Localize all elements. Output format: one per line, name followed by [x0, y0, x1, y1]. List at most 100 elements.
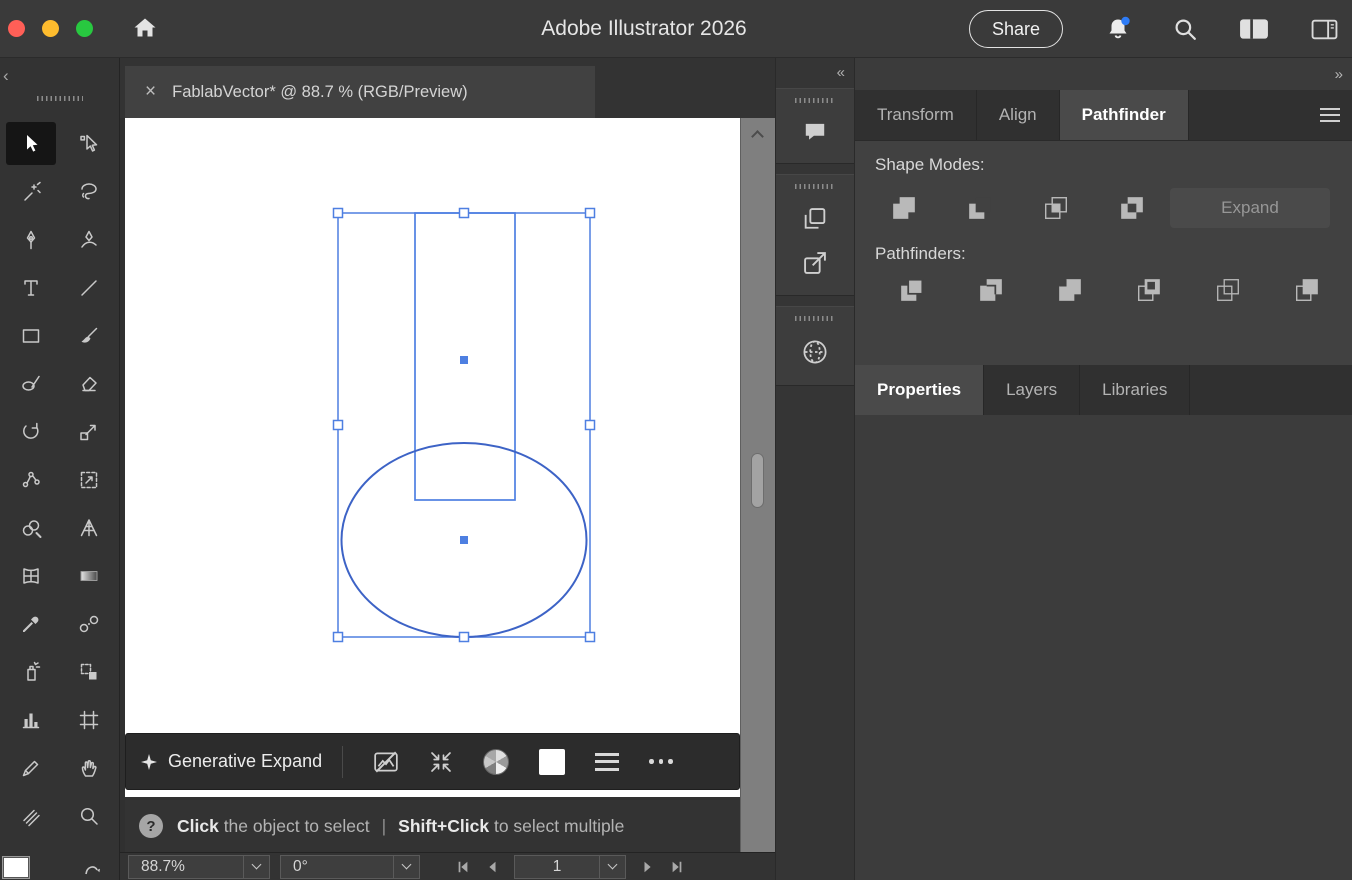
expand-button[interactable]: Expand [1170, 188, 1330, 228]
last-artboard-icon[interactable] [670, 860, 684, 874]
rectangle-center-point[interactable] [460, 356, 468, 364]
direct-selection-tool[interactable] [64, 122, 114, 165]
pathfinder-minus-back-icon[interactable] [1294, 277, 1320, 303]
shape-mode-minus-front-icon[interactable] [967, 195, 993, 221]
rectangle-tool[interactable] [6, 314, 56, 357]
dock-grip[interactable] [795, 98, 835, 103]
shape-mode-unite-icon[interactable] [891, 195, 917, 221]
stroke-curve-icon[interactable] [83, 861, 101, 877]
generative-expand-button[interactable]: Generative Expand [168, 751, 322, 772]
artboard-canvas[interactable] [125, 118, 740, 797]
artboard-chevron-icon[interactable] [599, 855, 625, 878]
symbol-sprayer-tool[interactable] [6, 650, 56, 693]
scroll-up-icon[interactable] [751, 130, 764, 143]
close-window-button[interactable] [8, 20, 25, 37]
previous-artboard-icon[interactable] [485, 860, 499, 874]
shape-builder-tool[interactable] [6, 506, 56, 549]
panel-toggle-icon[interactable] [1311, 18, 1338, 41]
search-icon[interactable] [1173, 17, 1197, 41]
dock-grip[interactable] [795, 184, 835, 189]
rotation-chevron-icon[interactable] [393, 855, 419, 878]
ellipse-center-point[interactable] [460, 536, 468, 544]
image-off-icon[interactable] [373, 749, 399, 775]
mesh-tool[interactable] [6, 554, 56, 597]
close-tab-icon[interactable]: × [145, 81, 156, 103]
selection-handle[interactable] [458, 207, 470, 219]
pathfinder-outline-icon[interactable] [1215, 277, 1241, 303]
column-graph-tool[interactable] [6, 698, 56, 741]
dock-grip[interactable] [795, 316, 835, 321]
toolbar-grip[interactable] [36, 96, 83, 101]
tab-align[interactable]: Align [977, 90, 1060, 140]
share-button[interactable]: Share [968, 10, 1063, 48]
fill-color-swatch[interactable] [2, 856, 30, 879]
tab-layers[interactable]: Layers [984, 365, 1081, 415]
first-artboard-icon[interactable] [456, 860, 470, 874]
eraser-tool[interactable] [64, 362, 114, 405]
pathfinder-divide-icon[interactable] [899, 277, 925, 303]
pen-tool[interactable] [6, 218, 56, 261]
pathfinder-merge-icon[interactable] [1057, 277, 1083, 303]
home-icon[interactable] [132, 15, 158, 41]
selection-handle[interactable] [584, 419, 596, 431]
next-artboard-icon[interactable] [641, 860, 655, 874]
shape-mode-exclude-icon[interactable] [1119, 195, 1145, 221]
vertical-scrollbar[interactable] [740, 118, 775, 880]
collapse-dock-icon[interactable]: « [837, 64, 845, 81]
pathfinder-crop-icon[interactable] [1136, 277, 1162, 303]
shaper-tool[interactable] [6, 362, 56, 405]
workspace-layout-icon[interactable] [1239, 17, 1269, 41]
selection-handle[interactable] [584, 631, 596, 643]
shape-mode-intersect-icon[interactable] [1043, 195, 1069, 221]
tab-properties[interactable]: Properties [855, 365, 985, 415]
artboards-icon[interactable] [801, 205, 829, 233]
scale-tool[interactable] [64, 410, 114, 453]
free-transform-tool[interactable] [64, 458, 114, 501]
more-options-icon[interactable] [649, 759, 673, 764]
perspective-grid-tool[interactable] [64, 506, 114, 549]
hand-tool[interactable] [64, 746, 114, 789]
artboard-number-select[interactable]: 1 [514, 854, 626, 879]
rotation-select[interactable]: 0° [280, 854, 420, 879]
pencil-tool[interactable] [6, 746, 56, 789]
comments-icon[interactable] [801, 119, 829, 145]
panel-menu-icon[interactable] [1320, 108, 1340, 122]
pathfinder-trim-icon[interactable] [978, 277, 1004, 303]
selection-bounding-box[interactable] [337, 212, 591, 638]
minimize-window-button[interactable] [42, 20, 59, 37]
selection-tool[interactable] [6, 122, 56, 165]
color-wheel-icon[interactable] [483, 748, 510, 775]
magic-wand-tool[interactable] [6, 170, 56, 213]
gradient-tool[interactable] [64, 554, 114, 597]
collapse-bar-icon[interactable] [429, 750, 453, 774]
selection-handle[interactable] [584, 207, 596, 219]
rotate-tool[interactable] [6, 410, 56, 453]
zoom-tool[interactable] [64, 794, 114, 837]
graph-tool[interactable] [64, 650, 114, 693]
selection-handle[interactable] [332, 631, 344, 643]
line-segment-tool[interactable] [64, 266, 114, 309]
scrollbar-thumb[interactable] [751, 453, 764, 508]
notifications-bell-icon[interactable] [1105, 16, 1131, 42]
fullscreen-window-button[interactable] [76, 20, 93, 37]
blend-tool[interactable] [64, 602, 114, 645]
fill-white-swatch[interactable] [539, 748, 566, 775]
selection-handle[interactable] [332, 207, 344, 219]
lasso-tool[interactable] [64, 170, 114, 213]
selection-handle[interactable] [458, 631, 470, 643]
tab-libraries[interactable]: Libraries [1080, 365, 1191, 415]
artboard-tool[interactable] [64, 698, 114, 741]
type-tool[interactable] [6, 266, 56, 309]
zoom-chevron-icon[interactable] [243, 855, 269, 878]
tab-transform[interactable]: Transform [855, 90, 977, 140]
menu-icon[interactable] [595, 752, 620, 771]
3d-materials-icon[interactable] [800, 337, 830, 367]
puppet-warp-tool[interactable] [6, 458, 56, 501]
selection-handle[interactable] [332, 419, 344, 431]
document-tab[interactable]: × FablabVector* @ 88.7 % (RGB/Preview) [125, 66, 595, 118]
slice-tool[interactable] [6, 794, 56, 837]
curvature-tool[interactable] [64, 218, 114, 261]
export-icon[interactable] [801, 249, 829, 277]
collapse-panel-icon[interactable]: » [1335, 66, 1343, 83]
eyedropper-tool[interactable] [6, 602, 56, 645]
